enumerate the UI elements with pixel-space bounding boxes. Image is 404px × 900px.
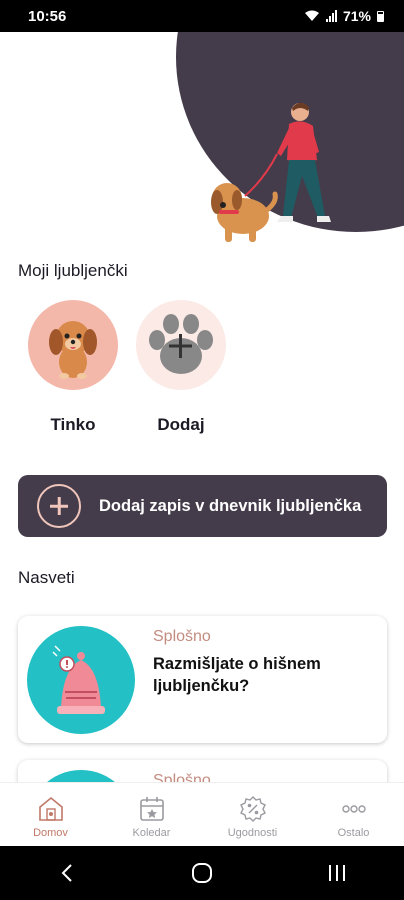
calendar-icon — [139, 797, 164, 821]
bell-illustration-icon — [52, 645, 105, 714]
hero-banner — [0, 32, 404, 257]
recents-icon — [328, 865, 345, 881]
status-bar: 10:56 71% — [0, 0, 404, 32]
tip-card[interactable]: Splošno Razmišljate o hišnem ljubljenčku… — [18, 616, 387, 743]
add-pet-label: Dodaj — [157, 415, 205, 434]
tips-section-title: Nasveti — [18, 568, 75, 587]
add-pet-circle[interactable] — [136, 300, 226, 390]
plus-circle-icon — [37, 484, 81, 528]
pet-name: Tinko — [50, 415, 96, 434]
nav-item-domov[interactable]: Domov — [0, 783, 101, 839]
bottom-navigation: Domov Koledar Ugodnosti Ostalo — [0, 782, 404, 846]
nav-item-ugodnosti[interactable]: Ugodnosti — [202, 783, 303, 839]
dog-avatar-icon — [49, 321, 97, 379]
system-navigation-bar — [0, 846, 404, 900]
home-circle-icon — [191, 863, 212, 883]
back-icon — [61, 864, 73, 882]
nav-label: Ostalo — [337, 827, 370, 839]
add-pet-button[interactable]: Dodaj — [135, 300, 227, 435]
add-diary-record-label: Dodaj zapis v dnevnik ljubljenčka — [99, 496, 362, 515]
nav-item-ostalo[interactable]: Ostalo — [303, 783, 404, 839]
battery-percent: 71% — [342, 8, 371, 24]
paw-plus-icon — [149, 314, 213, 374]
pet-item-tinko[interactable]: Tinko — [27, 300, 119, 435]
status-icons: 71% — [304, 8, 384, 24]
tip-category: Splošno — [153, 628, 211, 645]
nav-label: Domov — [33, 827, 68, 839]
person-walking-dog-illustration — [211, 102, 331, 242]
nav-item-koledar[interactable]: Koledar — [101, 783, 202, 839]
more-icon — [341, 805, 366, 813]
signal-icon — [325, 10, 337, 22]
nav-label: Ugodnosti — [227, 827, 278, 839]
home-button[interactable] — [172, 858, 232, 888]
back-button[interactable] — [37, 858, 97, 888]
nav-label: Koledar — [132, 827, 171, 839]
pet-avatar[interactable] — [28, 300, 118, 390]
discount-icon — [239, 796, 266, 822]
add-diary-record-button[interactable]: Dodaj zapis v dnevnik ljubljenčka — [18, 475, 387, 537]
tip-image — [27, 626, 135, 734]
battery-icon — [377, 10, 384, 22]
recents-button[interactable] — [307, 858, 367, 888]
pets-section-title: Moji ljubljenčki — [18, 261, 128, 280]
tip-title: Razmišljate o hišnem ljubljenčku? — [153, 655, 321, 695]
wifi-icon — [304, 10, 319, 21]
home-icon — [38, 796, 63, 821]
status-time: 10:56 — [28, 7, 67, 25]
